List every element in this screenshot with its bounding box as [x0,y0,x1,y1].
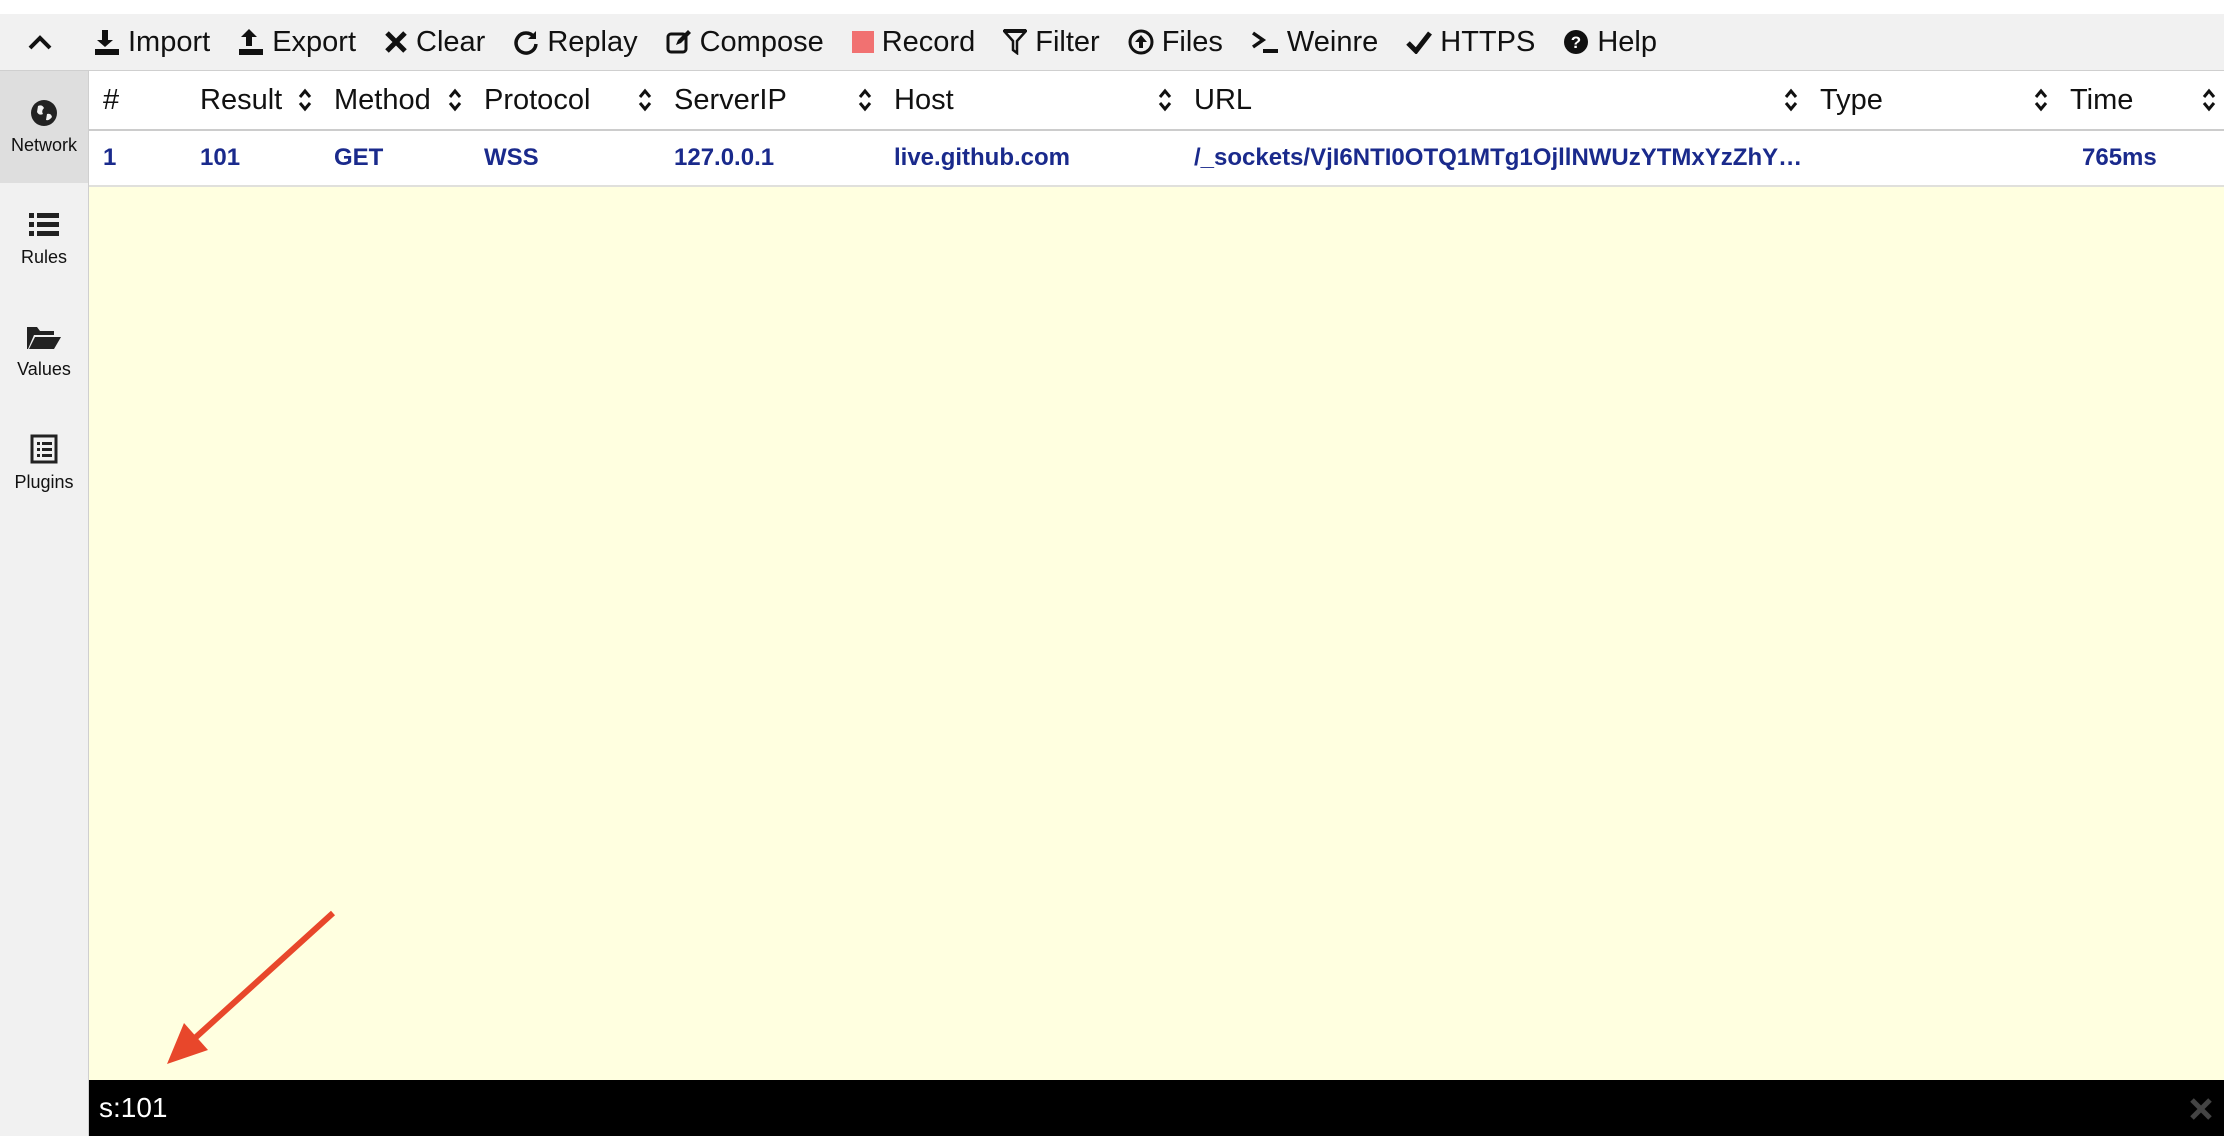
sort-icon [448,88,462,112]
cell-time: 765ms [2082,144,2157,171]
globe-icon [31,99,57,126]
column-header-host[interactable]: Host [880,71,1180,129]
filter-bar [89,1080,2224,1136]
export-label: Export [272,25,357,58]
sidebar-item-label: Network [10,134,77,155]
weinre-button[interactable]: Weinre [1237,14,1392,70]
filter-button[interactable]: Filter [989,14,1113,70]
sidebar-item-label: Rules [20,246,68,267]
sidebar-item-rules[interactable]: Rules [0,183,88,295]
replay-icon [514,31,539,55]
svg-text:?: ? [1571,33,1581,52]
cell-result: 101 [200,144,241,171]
record-label: Record [881,25,976,58]
table-row[interactable]: 1 101 GET WSS 127.0.0.1 live.github.com … [89,131,2224,187]
window-top-strip [0,0,2224,15]
files-button[interactable]: Files [1114,14,1237,70]
filter-label: Filter [1035,25,1100,58]
export-icon [239,29,264,55]
replay-label: Replay [547,25,638,58]
network-list: # Result Method Protocol ServerIP Host U… [89,71,2224,1080]
cell-protocol: WSS [484,144,539,171]
sort-icon [858,88,872,112]
column-label: URL [1194,83,1253,116]
column-label: Host [894,83,954,116]
column-header-number[interactable]: # [89,71,173,129]
collapse-toolbar-button[interactable] [0,14,80,70]
sort-icon [1784,88,1798,112]
https-label: HTTPS [1440,25,1536,58]
column-label: Method [334,83,431,116]
weinre-label: Weinre [1286,25,1379,58]
compose-label: Compose [699,25,824,58]
column-label: Type [1820,83,1883,116]
sort-icon [1158,88,1172,112]
import-icon [95,30,119,55]
import-button[interactable]: Import [80,14,224,70]
column-label: ServerIP [674,83,787,116]
cell-number: 1 [103,144,117,171]
column-label: # [103,83,120,116]
sidebar-item-label: Values [17,358,71,379]
help-button[interactable]: ? Help [1549,14,1671,70]
column-header-url[interactable]: URL [1180,71,1806,129]
column-header-method[interactable]: Method [320,71,470,129]
replay-button[interactable]: Replay [499,14,651,70]
column-header-protocol[interactable]: Protocol [470,71,660,129]
annotation-arrow [167,910,336,1064]
cell-method: GET [334,144,384,171]
clear-label: Clear [416,25,486,58]
check-icon [1406,31,1433,54]
close-x-icon [385,31,407,53]
sort-icon [638,88,652,112]
sidebar-item-network[interactable]: Network [0,71,88,183]
help-label: Help [1597,25,1657,58]
column-label: Protocol [484,83,591,116]
filter-icon [1003,29,1028,55]
toolbar: Import Export Clear Replay Compose Recor… [0,14,2224,71]
cell-server-ip: 127.0.0.1 [674,144,775,171]
list-icon [29,212,59,236]
column-header-server-ip[interactable]: ServerIP [660,71,880,129]
cell-host: live.github.com [894,144,1071,171]
compose-icon [666,30,691,54]
table-header: # Result Method Protocol ServerIP Host U… [89,71,2224,131]
clear-button[interactable]: Clear [370,14,499,70]
record-icon [851,31,874,53]
question-circle-icon: ? [1564,30,1589,54]
sort-icon [2202,88,2216,112]
import-label: Import [128,25,211,58]
sidebar: Network Rules Values Plugins [0,71,89,1136]
record-button[interactable]: Record [838,14,990,70]
cell-url: /_sockets/VjI6NTI0OTQ1MTg1OjllNWUzYTMxYz… [1194,144,1803,171]
filter-input[interactable] [99,1088,2139,1128]
compose-button[interactable]: Compose [652,14,838,70]
sidebar-item-plugins[interactable]: Plugins [0,407,88,519]
cell-type [1806,131,2056,185]
column-header-result[interactable]: Result [186,71,320,129]
files-label: Files [1161,25,1223,58]
export-button[interactable]: Export [224,14,370,70]
close-icon[interactable] [2188,1096,2214,1122]
upload-circle-icon [1128,29,1154,55]
document-list-icon [30,434,58,463]
https-button[interactable]: HTTPS [1392,14,1549,70]
sidebar-item-label: Plugins [14,471,74,492]
sidebar-item-values[interactable]: Values [0,295,88,407]
column-header-time[interactable]: Time [2056,71,2224,129]
folder-open-icon [27,326,61,349]
terminal-icon [1251,31,1278,53]
chevron-up-icon [28,35,52,50]
sort-icon [2034,88,2048,112]
column-label: Result [200,83,283,116]
column-label: Time [2070,83,2134,116]
column-header-type[interactable]: Type [1806,71,2056,129]
sort-icon [298,88,312,112]
